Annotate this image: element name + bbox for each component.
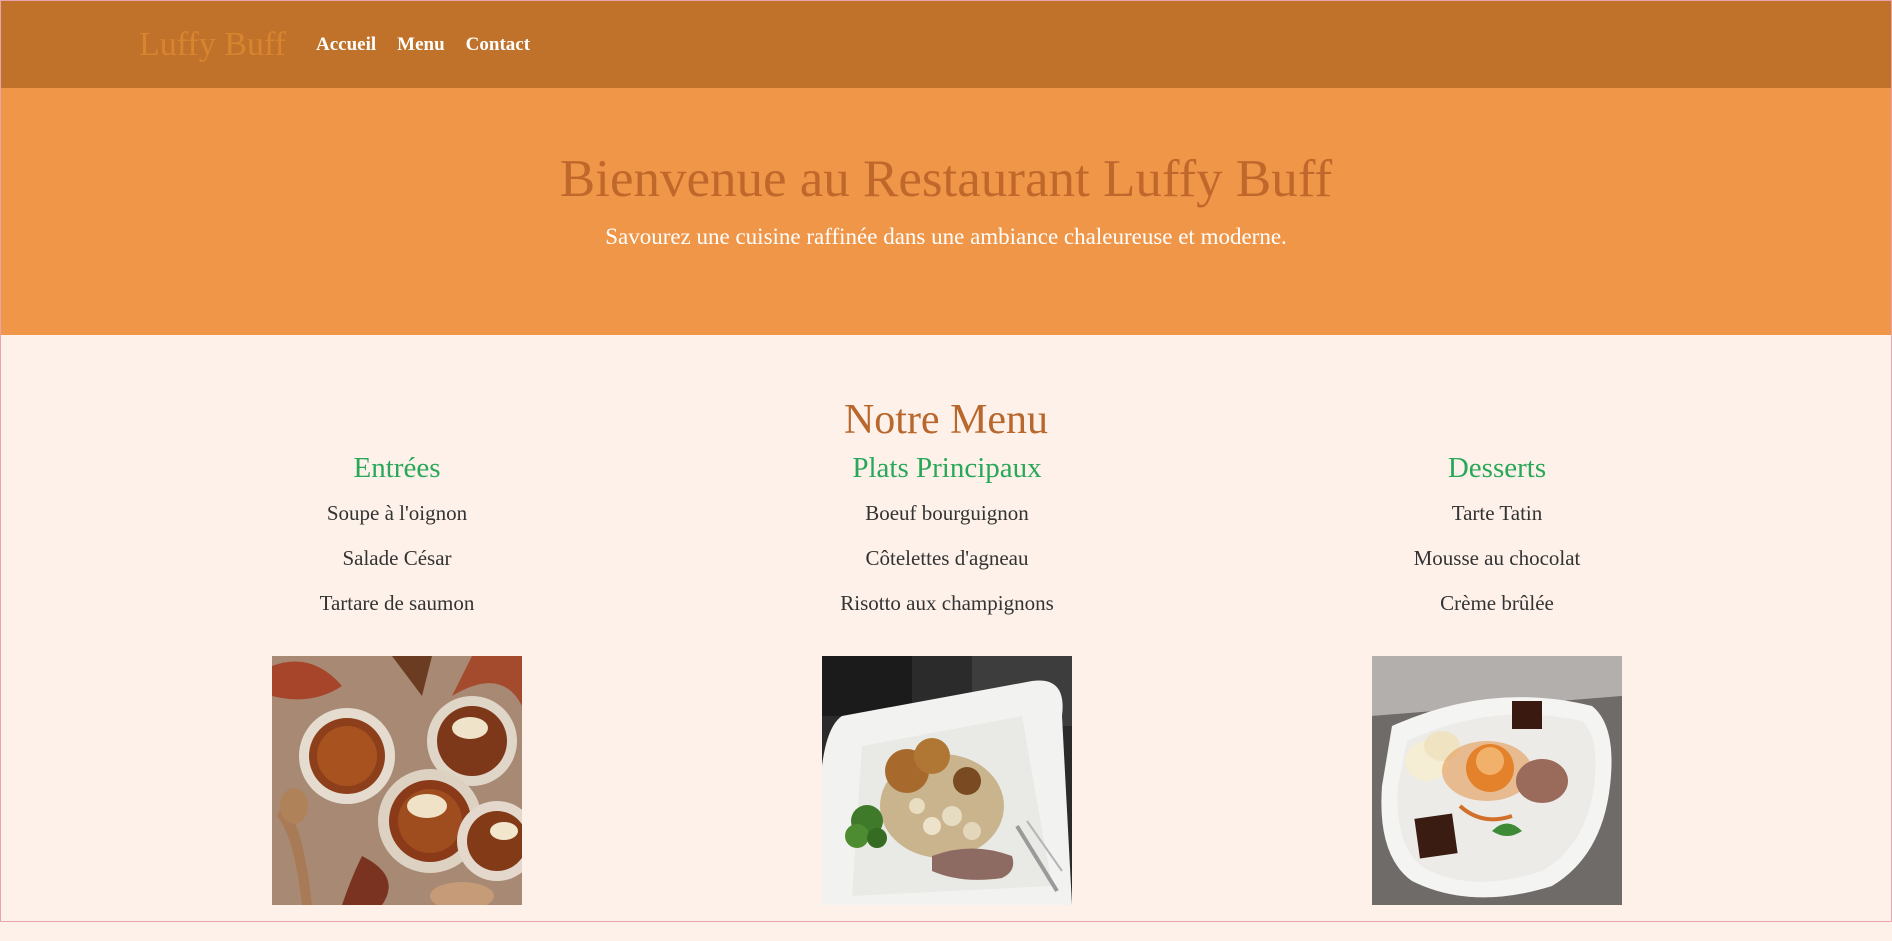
- hero-title: Bienvenue au Restaurant Luffy Buff: [559, 150, 1333, 208]
- menu-columns: Entrées Soupe à l'oignon Salade César Ta…: [1, 441, 1891, 941]
- menu-item: Crème brûlée: [1440, 590, 1554, 615]
- entrees-photo: [272, 655, 522, 905]
- menu-item: Soupe à l'oignon: [326, 500, 468, 525]
- desserts-photo: [1372, 655, 1622, 905]
- menu-item: Risotto aux champignons: [840, 590, 1054, 615]
- menu-item: Mousse au chocolat: [1413, 545, 1581, 570]
- nav-link-accueil[interactable]: Accueil: [316, 34, 376, 56]
- menu-item: Tarte Tatin: [1451, 500, 1543, 525]
- brand-logo-link[interactable]: Luffy Buff: [139, 27, 286, 62]
- menu-item-list: Tarte Tatin Mousse au chocolat Crème brû…: [1287, 501, 1707, 636]
- menu-item: Boeuf bourguignon: [865, 500, 1029, 525]
- menu-item: Côtelettes d'agneau: [865, 545, 1029, 570]
- plats-photo: [822, 655, 1072, 905]
- nav-link-contact[interactable]: Contact: [466, 34, 530, 56]
- menu-column-desserts: Desserts Tarte Tatin Mousse au chocolat …: [1287, 441, 1707, 905]
- hero-banner: Bienvenue au Restaurant Luffy Buff Savou…: [1, 88, 1891, 335]
- menu-item-list: Soupe à l'oignon Salade César Tartare de…: [187, 501, 607, 636]
- nav-link-menu[interactable]: Menu: [397, 34, 445, 56]
- top-navbar: Luffy Buff Accueil Menu Contact: [1, 1, 1891, 88]
- menu-title: Notre Menu: [843, 397, 1049, 443]
- menu-item: Tartare de saumon: [319, 590, 475, 615]
- menu-item-list: Boeuf bourguignon Côtelettes d'agneau Ri…: [737, 501, 1157, 636]
- menu-column-entrees: Entrées Soupe à l'oignon Salade César Ta…: [187, 441, 607, 905]
- hero-subtitle: Savourez une cuisine raffinée dans une a…: [605, 224, 1287, 250]
- menu-column-plats: Plats Principaux Boeuf bourguignon Côtel…: [737, 441, 1157, 905]
- category-title: Plats Principaux: [852, 452, 1042, 484]
- menu-item: Salade César: [342, 545, 452, 570]
- category-title: Desserts: [1447, 452, 1547, 484]
- menu-section: Notre Menu Entrées Soupe à l'oignon Sala…: [1, 335, 1891, 941]
- category-title: Entrées: [353, 452, 441, 484]
